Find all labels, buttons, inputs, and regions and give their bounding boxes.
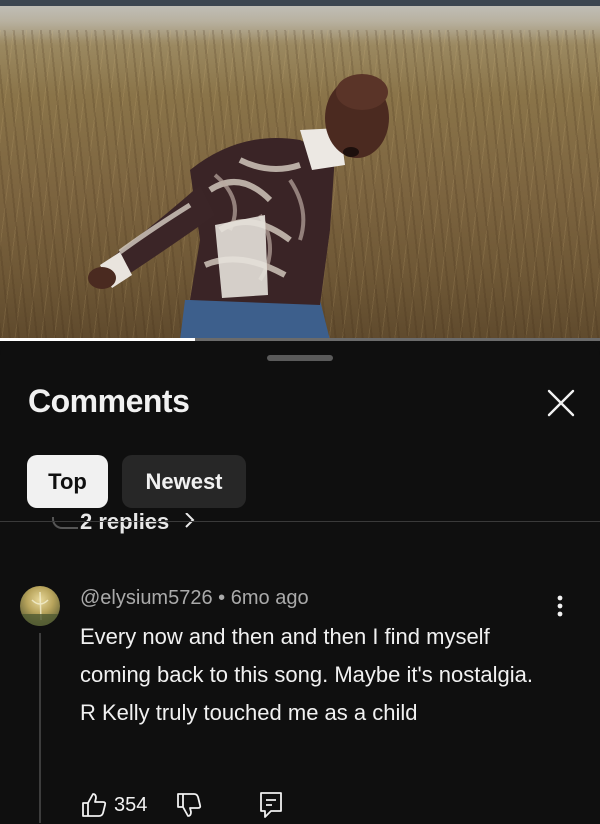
thumb-up-icon[interactable] (80, 791, 108, 824)
comment-author[interactable]: @elysium5726 (80, 587, 213, 609)
more-vert-icon[interactable] (548, 593, 572, 621)
video-player[interactable] (0, 0, 600, 340)
sort-chip-newest[interactable]: Newest (122, 455, 246, 508)
avatar[interactable] (20, 586, 60, 626)
comments-panel: Comments Top Newest 2 replies @elysium57… (0, 341, 600, 823)
replies-link[interactable]: 2 replies (80, 513, 280, 541)
chevron-right-icon (183, 513, 195, 535)
comment-actions: 354 (80, 791, 300, 821)
reply-icon[interactable] (258, 791, 284, 824)
like-count: 354 (114, 794, 148, 816)
replies-link-label: 2 replies (80, 513, 170, 534)
comments-title: Comments (28, 383, 190, 419)
meta-separator: • (218, 587, 226, 609)
video-frame-figure (88, 74, 389, 340)
comment-time: 6mo ago (230, 587, 309, 609)
comment-text: Every now and then and then I find mysel… (80, 624, 533, 725)
header-divider (0, 521, 600, 522)
comment-meta: @elysium5726 • 6mo ago (80, 587, 309, 610)
sort-chip-top[interactable]: Top (27, 455, 108, 508)
close-icon[interactable] (540, 387, 580, 419)
drag-handle[interactable] (267, 355, 333, 361)
reply-thread-curve (52, 517, 78, 529)
thumb-down-icon[interactable] (175, 791, 203, 824)
thread-line (39, 633, 41, 823)
